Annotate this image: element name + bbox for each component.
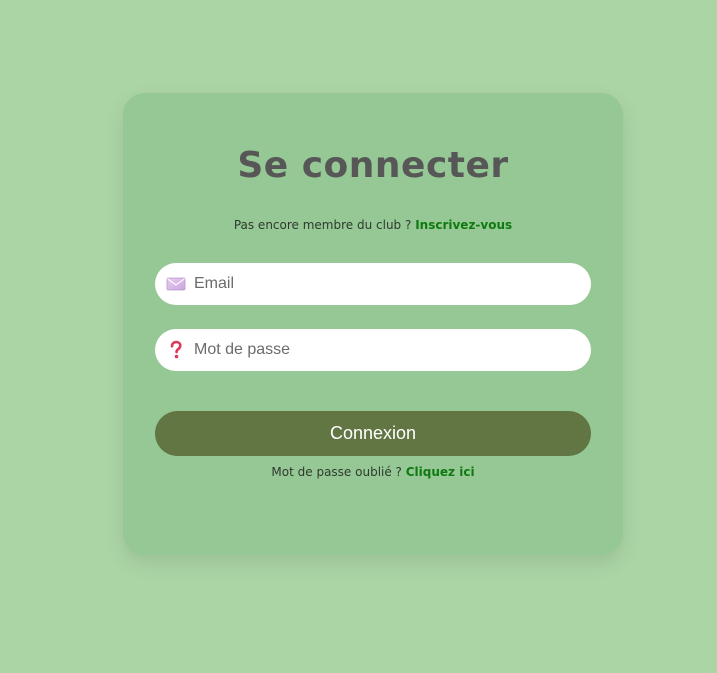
forgot-password-line: Mot de passe oublié ? Cliquez ici <box>123 465 623 479</box>
password-input[interactable] <box>194 329 574 371</box>
signup-prompt-line: Pas encore membre du club ? Inscrivez-vo… <box>123 218 623 232</box>
login-button[interactable]: Connexion <box>155 411 591 456</box>
password-field-wrapper <box>155 329 591 371</box>
signup-prompt-text: Pas encore membre du club ? <box>233 218 412 232</box>
forgot-password-text: Mot de passe oublié ? <box>271 465 402 479</box>
login-card: Se connecter Pas encore membre du club ?… <box>123 93 623 555</box>
forgot-password-link[interactable]: Cliquez ici <box>406 465 475 479</box>
question-mark-icon <box>166 340 186 360</box>
email-field-wrapper <box>155 263 591 305</box>
signup-link[interactable]: Inscrivez-vous <box>415 218 512 232</box>
email-input[interactable] <box>194 263 574 305</box>
envelope-icon <box>166 274 186 294</box>
page-title: Se connecter <box>237 145 509 186</box>
